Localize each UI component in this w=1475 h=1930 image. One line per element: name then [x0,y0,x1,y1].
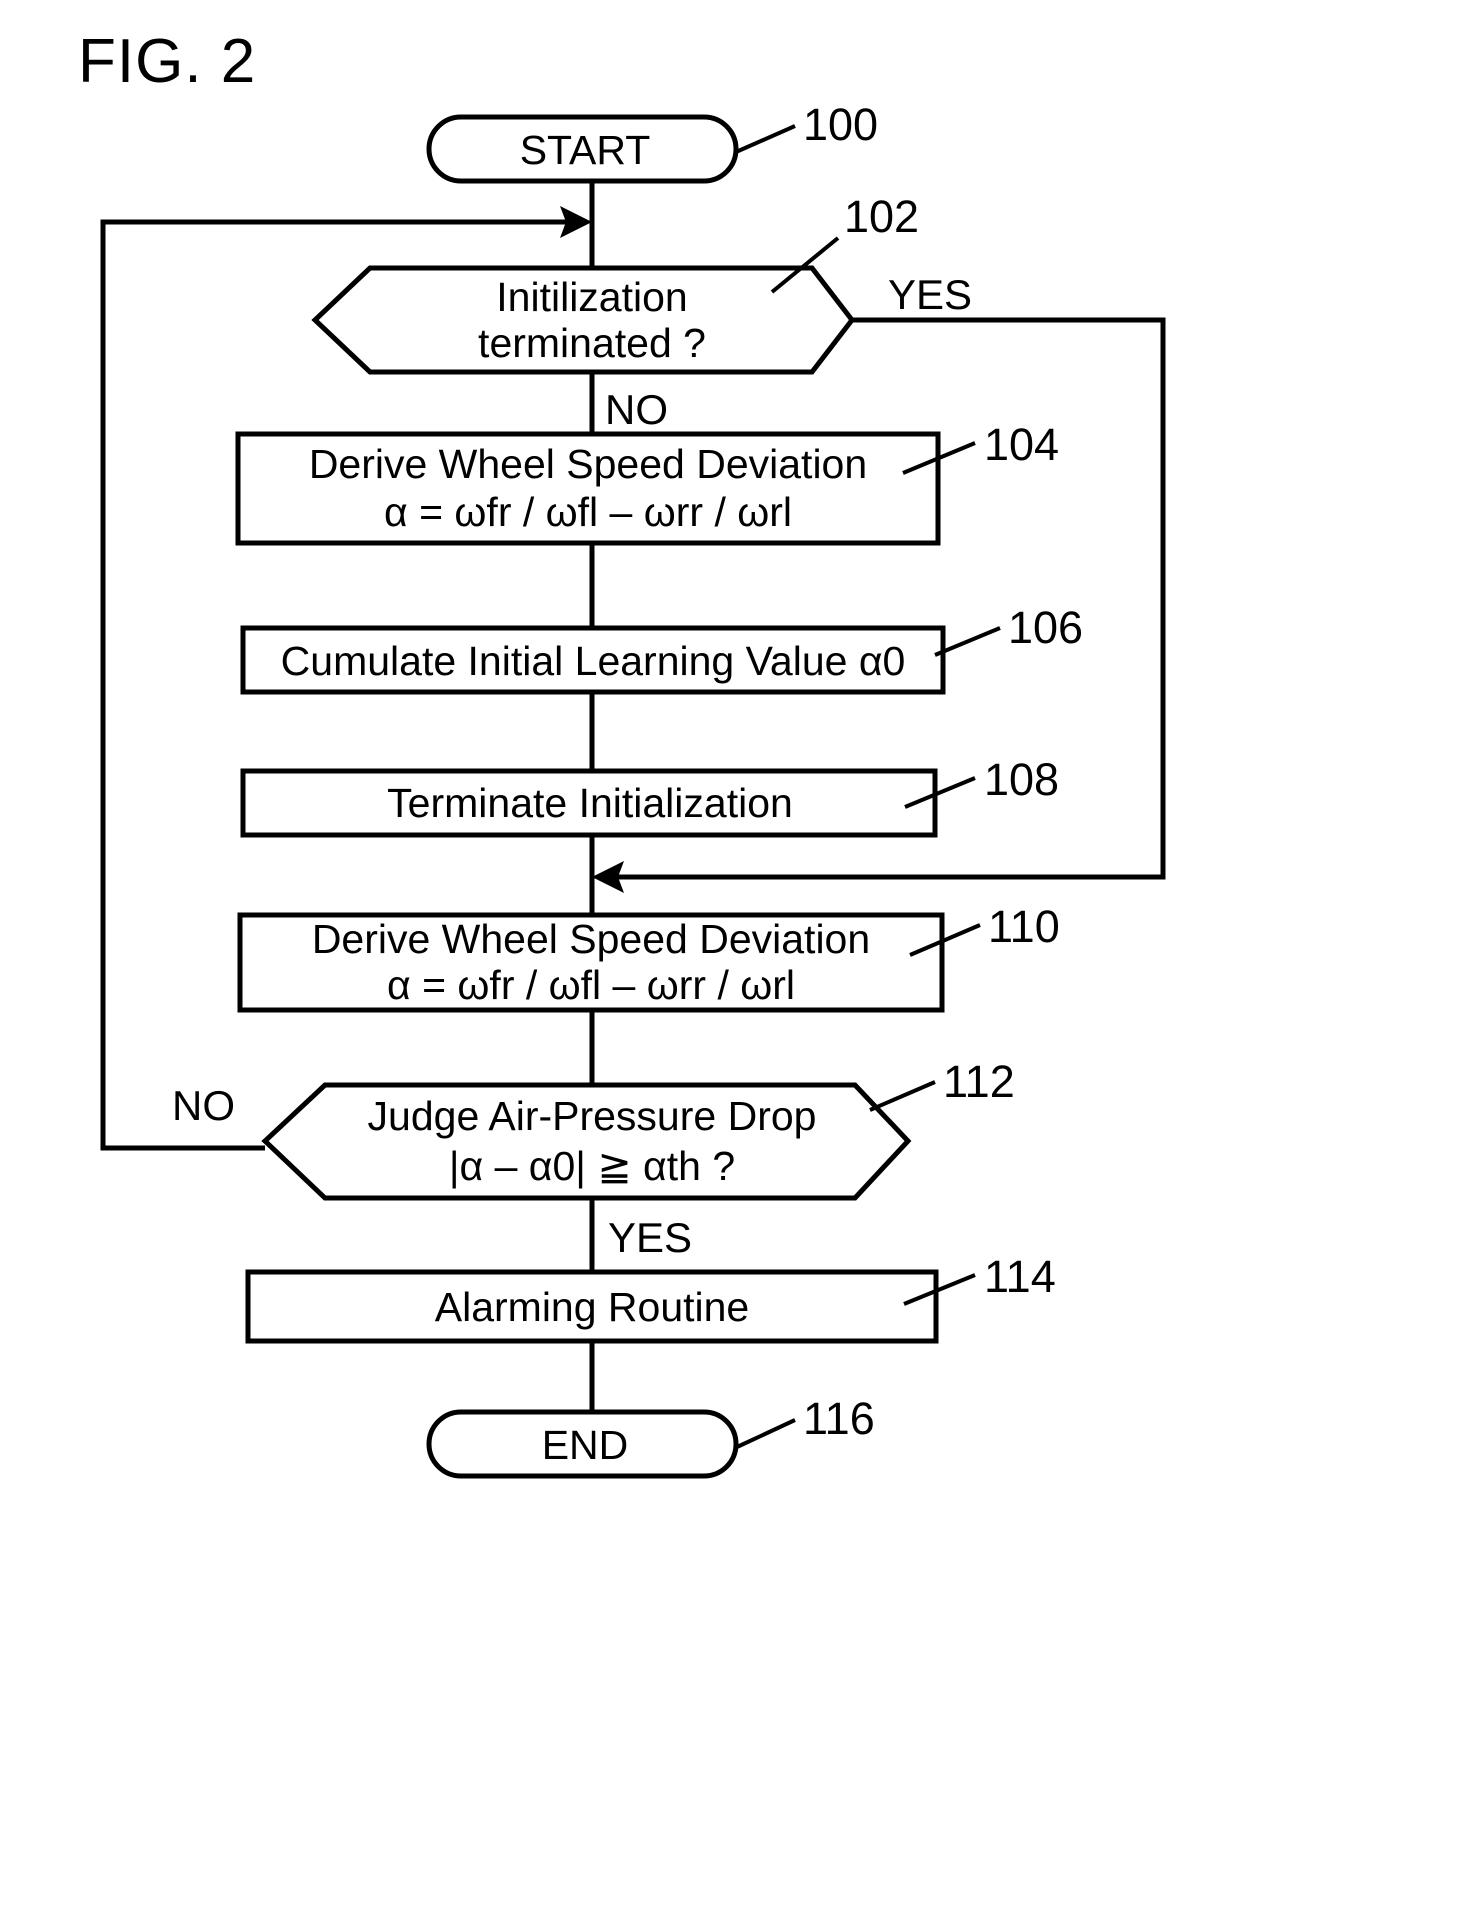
node-derive-deviation-init[interactable]: Derive Wheel Speed Deviation α = ωfr / ω… [235,431,941,546]
node-start[interactable]: START [426,114,739,184]
node-judge-air-pressure[interactable]: Judge Air-Pressure Drop |α – α0| ≧ αth ? [261,1082,912,1201]
ref-callout-100: 100 [735,99,878,154]
derive-deviation-init-line2: α = ωfr / ωfl – ωrr / ωrl [384,489,792,535]
branch-label-init-yes: YES [888,271,972,318]
node-end[interactable]: END [426,1409,739,1479]
terminate-initialization-label: Terminate Initialization [387,780,793,826]
node-derive-deviation-main[interactable]: Derive Wheel Speed Deviation α = ωfr / ω… [237,912,945,1013]
ref-callout-106: 106 [934,602,1083,657]
node-alarming-routine[interactable]: Alarming Routine [245,1269,939,1344]
init-check-label-line2: terminated ? [478,320,706,366]
alarming-routine-label: Alarming Routine [435,1284,750,1330]
ref-number-112: 112 [943,1056,1015,1107]
ref-number-114: 114 [984,1251,1056,1302]
ref-number-102: 102 [844,191,919,242]
branch-label-judge-no: NO [172,1082,235,1129]
judge-air-pressure-line1: Judge Air-Pressure Drop [368,1093,817,1139]
derive-deviation-init-line1: Derive Wheel Speed Deviation [309,441,867,487]
ref-callout-116: 116 [736,1393,875,1449]
node-init-check[interactable]: Initilization terminated ? [311,265,856,375]
ref-number-110: 110 [988,901,1060,952]
ref-number-106: 106 [1008,602,1083,653]
figure-page: FIG. 2 START 100 Initilization terminate… [0,0,1475,1930]
ref-number-108: 108 [984,754,1059,805]
branch-label-judge-yes: YES [608,1214,692,1261]
ref-number-100: 100 [803,99,878,150]
init-check-label-line1: Initilization [496,274,687,320]
ref-number-116: 116 [803,1393,875,1444]
cumulate-initial-learning-label: Cumulate Initial Learning Value α0 [281,638,906,684]
derive-deviation-main-line2: α = ωfr / ωfl – ωrr / ωrl [387,962,795,1008]
flowchart-canvas: START 100 Initilization terminated ? 102… [100,99,1166,1479]
end-label: END [542,1422,629,1468]
branch-label-init-no: NO [605,386,668,433]
start-label: START [520,127,651,173]
ref-number-104: 104 [984,419,1059,470]
ref-callout-112: 112 [869,1056,1015,1112]
node-terminate-initialization[interactable]: Terminate Initialization [240,768,938,838]
judge-air-pressure-line2: |α – α0| ≧ αth ? [449,1143,735,1189]
derive-deviation-main-line1: Derive Wheel Speed Deviation [312,916,870,962]
node-cumulate-initial-learning[interactable]: Cumulate Initial Learning Value α0 [240,625,946,695]
